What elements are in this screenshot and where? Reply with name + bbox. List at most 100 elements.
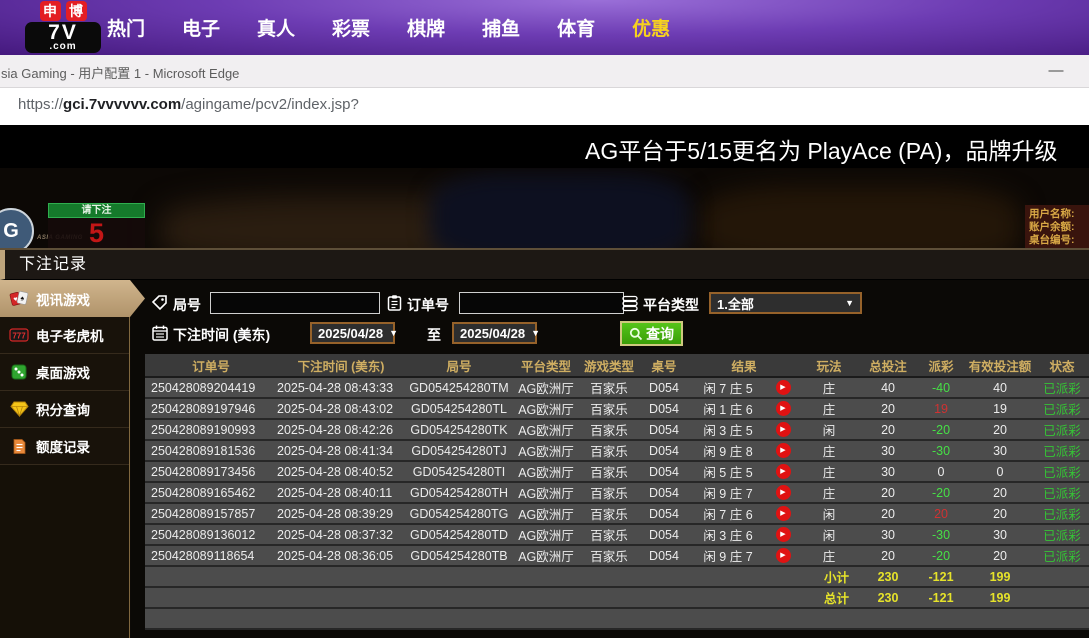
order-number-label: 订单号 xyxy=(407,295,449,315)
column-header: 有效投注额 xyxy=(965,354,1035,377)
round-number-input[interactable] xyxy=(210,292,380,314)
cell-game-type: 百家乐 xyxy=(579,398,639,419)
cell-table-no: D054 xyxy=(639,545,689,566)
sidebar-item-4[interactable]: 积分查询 xyxy=(0,391,129,428)
cell-platform: AG欧洲厅 xyxy=(513,398,579,419)
cell-valid-bet: 20 xyxy=(965,545,1035,566)
column-header: 游戏类型 xyxy=(579,354,639,377)
replay-button[interactable]: ▶ xyxy=(776,422,791,437)
cell-total-bet: 30 xyxy=(859,461,917,482)
replay-button[interactable]: ▶ xyxy=(776,485,791,500)
cell-game-type: 百家乐 xyxy=(579,482,639,503)
cell-replay: ▶ xyxy=(767,440,799,461)
date-to-select[interactable]: 2025/04/28 ▼ xyxy=(452,322,537,344)
cell-order: 250428089173456 xyxy=(145,461,277,482)
cell-table-no: D054 xyxy=(639,419,689,440)
cell-platform: AG欧洲厅 xyxy=(513,524,579,545)
cell-time: 2025-04-28 08:36:05 xyxy=(277,545,405,566)
cell-platform: AG欧洲厅 xyxy=(513,440,579,461)
url-text: https://gci.7vvvvvv.com/agingame/pcv2/in… xyxy=(18,96,359,113)
table-games-icon xyxy=(9,363,29,381)
cell-play-type: 闲 xyxy=(799,503,859,524)
platform-type-select[interactable]: 1.全部 ▼ xyxy=(709,292,862,314)
bet-prompt-label: 请下注 xyxy=(48,203,145,218)
sidebar-item-label: 桌面游戏 xyxy=(36,362,90,382)
cell-status: 已派彩 xyxy=(1035,545,1089,566)
cell-platform: AG欧洲厅 xyxy=(513,482,579,503)
replay-button[interactable]: ▶ xyxy=(776,548,791,563)
sidebar-item-5[interactable]: 额度记录 xyxy=(0,428,129,465)
column-header: 状态 xyxy=(1035,354,1089,377)
nav-item-1[interactable]: 热门 xyxy=(107,14,145,41)
cell-table-no: D054 xyxy=(639,377,689,398)
address-bar[interactable]: https://gci.7vvvvvv.com/agingame/pcv2/in… xyxy=(0,88,1089,125)
cell-valid-bet: 19 xyxy=(965,398,1035,419)
cell-platform: AG欧洲厅 xyxy=(513,377,579,398)
order-number-input[interactable] xyxy=(459,292,624,314)
replay-button[interactable]: ▶ xyxy=(776,401,791,416)
grand-total-row-payout: -121 xyxy=(917,587,965,608)
cell-table-no: D054 xyxy=(639,503,689,524)
cell-round: GD054254280TB xyxy=(405,545,513,566)
replay-button[interactable]: ▶ xyxy=(776,527,791,542)
cell-result: 闲 9 庄 7 xyxy=(689,545,767,566)
nav-item-4[interactable]: 彩票 xyxy=(332,14,370,41)
cell-replay: ▶ xyxy=(767,482,799,503)
cell-play-type: 庄 xyxy=(799,461,859,482)
window-title: sia Gaming - 用户配置 1 - Microsoft Edge xyxy=(1,63,239,82)
cell-platform: AG欧洲厅 xyxy=(513,545,579,566)
cell-status: 已派彩 xyxy=(1035,440,1089,461)
table-header-row: 订单号下注时间 (美东)局号平台类型游戏类型桌号结果玩法总投注派彩有效投注额状态 xyxy=(145,354,1089,377)
nav-item-5[interactable]: 棋牌 xyxy=(407,14,445,41)
modal-sidebar: ♥♠视讯游戏777电子老虎机桌面游戏积分查询额度记录 xyxy=(0,280,130,638)
cell-order: 250428089204419 xyxy=(145,377,277,398)
replay-button[interactable]: ▶ xyxy=(776,464,791,479)
replay-button[interactable]: ▶ xyxy=(776,380,791,395)
minimize-button[interactable]: — xyxy=(1039,57,1073,85)
replay-button[interactable]: ▶ xyxy=(776,443,791,458)
grand-total-row-label: 总计 xyxy=(145,587,859,608)
cell-round: GD054254280TJ xyxy=(405,440,513,461)
sidebar-item-label: 额度记录 xyxy=(36,436,90,456)
table-row: 2504280892044192025-04-28 08:43:33GD0542… xyxy=(145,377,1089,398)
url-domain: gci.7vvvvvv.com xyxy=(63,96,181,113)
cards-icon: ♥♠ xyxy=(9,290,29,308)
cell-valid-bet: 20 xyxy=(965,419,1035,440)
date-from-select[interactable]: 2025/04/28 ▼ xyxy=(310,322,395,344)
cell-order: 250428089190993 xyxy=(145,419,277,440)
nav-item-2[interactable]: 电子 xyxy=(182,14,220,41)
cell-game-type: 百家乐 xyxy=(579,524,639,545)
sidebar-item-1[interactable]: ♥♠视讯游戏 xyxy=(0,280,145,317)
cell-table-no: D054 xyxy=(639,482,689,503)
nav-item-7[interactable]: 体育 xyxy=(557,14,595,41)
cell-status: 已派彩 xyxy=(1035,503,1089,524)
column-header: 局号 xyxy=(405,354,513,377)
nav-item-6[interactable]: 捕鱼 xyxy=(482,14,520,41)
table-row: 2504280891909932025-04-28 08:42:26GD0542… xyxy=(145,419,1089,440)
nav-item-8[interactable]: 优惠 xyxy=(632,14,670,41)
search-icon xyxy=(629,327,643,341)
site-logo[interactable]: 申 博 7V .com xyxy=(22,1,104,54)
replay-button[interactable]: ▶ xyxy=(776,506,791,521)
subtotal-row-valid-bet: 199 xyxy=(965,566,1035,587)
cell-total-bet: 20 xyxy=(859,398,917,419)
announcement-banner: AG平台于5/15更名为 PlayAce (PA)，品牌升级 xyxy=(0,125,1089,168)
cell-result: 闲 7 庄 5 xyxy=(689,377,767,398)
sidebar-item-3[interactable]: 桌面游戏 xyxy=(0,354,129,391)
table-row: 2504280891578572025-04-28 08:39:29GD0542… xyxy=(145,503,1089,524)
cell-total-bet: 40 xyxy=(859,377,917,398)
cell-payout: -30 xyxy=(917,440,965,461)
cell-valid-bet: 40 xyxy=(965,377,1035,398)
date-range-to-label: 至 xyxy=(427,325,441,345)
cell-total-bet: 20 xyxy=(859,482,917,503)
cell-status: 已派彩 xyxy=(1035,377,1089,398)
cell-round: GD054254280TM xyxy=(405,377,513,398)
document-icon xyxy=(9,437,29,455)
cell-order: 250428089181536 xyxy=(145,440,277,461)
bet-records-table: 订单号下注时间 (美东)局号平台类型游戏类型桌号结果玩法总投注派彩有效投注额状态… xyxy=(145,354,1089,630)
nav-item-3[interactable]: 真人 xyxy=(257,14,295,41)
user-panel-line: 用户名称: xyxy=(1029,208,1089,221)
sidebar-item-2[interactable]: 777电子老虎机 xyxy=(0,317,129,354)
search-button[interactable]: 查询 xyxy=(620,321,683,346)
cell-round: GD054254280TH xyxy=(405,482,513,503)
